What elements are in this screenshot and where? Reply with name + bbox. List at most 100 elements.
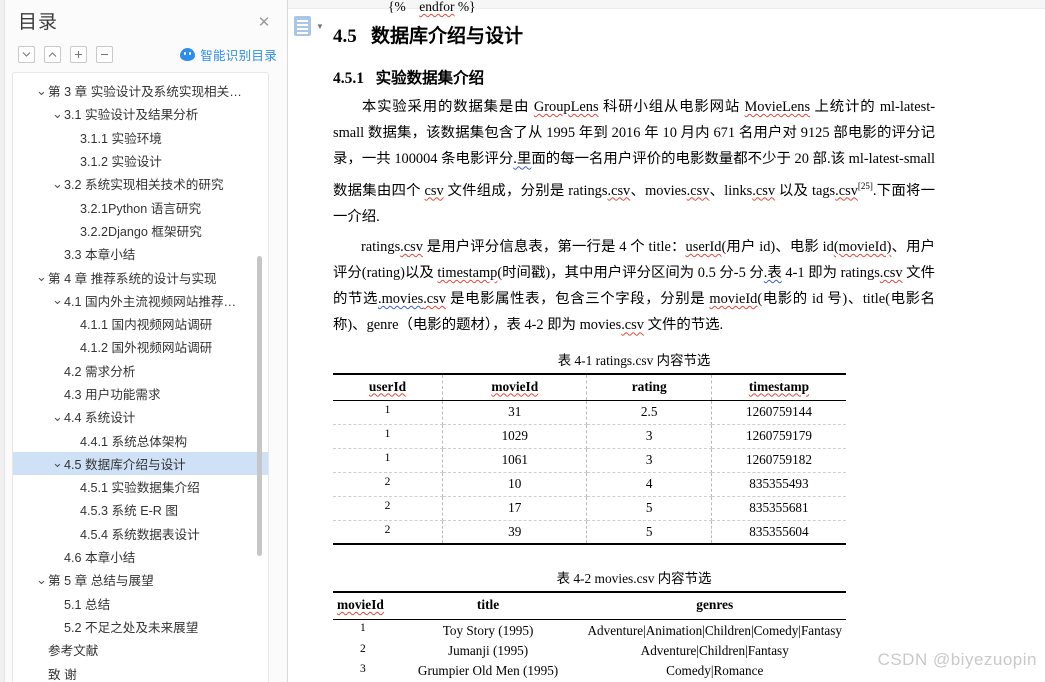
toc-item-label: 3.1 实验设计及结果分析 [64, 108, 199, 123]
column-header: genres [696, 597, 734, 613]
toc-item-label: 致 谢 [48, 667, 77, 682]
table-ratings-body: 1 31 2.5 1260759144 1 1029 3 1260759179 1 1061 3 12… [333, 399, 846, 545]
table-cell: 2 [333, 495, 444, 521]
subsection-number: 4.5.1 [333, 70, 364, 87]
table-cell: 3 [586, 423, 712, 449]
toc-item[interactable]: ⌄4.5.3 系统 E-R 图 [13, 498, 268, 521]
table-cell: 1260759182 [710, 447, 846, 473]
column-header: title [476, 597, 500, 613]
page-title: 目录 [18, 12, 59, 33]
toc-item[interactable]: ⌄ 4.5 数据库介绍与设计 [13, 451, 268, 476]
toc-item-label: 4.5.4 系统数据表设计 [80, 527, 200, 542]
caption-text: 表 4-1 ratings.csv 内容节选 [557, 352, 711, 368]
table-cell: Comedy|Romance [666, 663, 764, 679]
toc-item-label: 4.2 需求分析 [64, 364, 136, 379]
panel-left-rail [0, 0, 5, 682]
toc-scrollbar[interactable] [257, 73, 262, 682]
code-fragment: {% endfor %} [388, 0, 476, 14]
toc-item[interactable]: ⌄4.3 用户功能需求 [13, 382, 268, 405]
toc-item-label: 4.4.1 系统总体架构 [80, 434, 188, 449]
smart-toc-button[interactable]: 智能识别目录 [180, 45, 277, 64]
table-row: 2 Jumanji (1995) Adventure|Children|Fantas… [333, 641, 846, 661]
toc-item-label: 3.2.2Django 框架研究 [80, 224, 202, 239]
toc-scrollbar-thumb[interactable] [257, 256, 262, 556]
toc-item[interactable]: ⌄4.1.1 国内视频网站调研 [13, 312, 268, 335]
toc-item[interactable]: ⌄ 3.1 实验设计及结果分析 [13, 102, 268, 125]
document-page: {% endfor %} 4.5 数据库介绍与设计 4.5.1 实验数据集介绍 … [333, 0, 1045, 682]
chevron-up-box-icon[interactable] [44, 45, 61, 63]
toc-item-label: 3.3 本章小结 [64, 248, 136, 263]
column-header: userId [333, 373, 444, 401]
toc-item[interactable]: ⌄3.1.2 实验设计 [13, 149, 268, 172]
toc-item[interactable]: ⌄ 3.2 系统实现相关技术的研究 [13, 172, 268, 195]
toc-item-label: 3.1.1 实验环境 [80, 131, 162, 146]
table-cell: 31 [442, 399, 588, 425]
table-cell: 1 [333, 447, 444, 473]
toc-item[interactable]: ⌄4.4.1 系统总体架构 [13, 428, 268, 451]
toc-item[interactable]: ⌄4.5.4 系统数据表设计 [13, 522, 268, 545]
chevron-down-icon[interactable]: ⌄ [35, 270, 48, 283]
table-cell: 17 [442, 495, 588, 521]
column-header: timestamp [710, 373, 846, 401]
table-movies: movieId title genres 1 Toy Story (1995) Adve… [333, 591, 846, 682]
table-cell: Grumpier Old Men (1995) [417, 663, 559, 679]
paste-document-icon[interactable] [294, 16, 311, 36]
toc-item-label: 4.5.1 实验数据集介绍 [80, 481, 200, 496]
table-ratings-caption: 表 4-1 ratings.csv 内容节选 [333, 349, 935, 369]
chevron-down-icon[interactable]: ⌄ [51, 410, 64, 423]
toc-item[interactable]: ⌄3.2.2Django 框架研究 [13, 219, 268, 242]
toc-item-label: 4.1.2 国外视频网站调研 [80, 341, 213, 356]
toc-item[interactable]: ⌄3.1.1 实验环境 [13, 126, 268, 149]
table-cell: Adventure|Children|Fantasy [640, 643, 789, 659]
chevron-down-icon[interactable]: ⌄ [51, 177, 64, 190]
toc-item[interactable]: ⌄4.5.1 实验数据集介绍 [13, 475, 268, 498]
toc-item-label: 4.5.3 系统 E-R 图 [80, 504, 178, 519]
toc-listbox: ⌄第 3 章 实验设计及系统实现相关…⌄3.1 实验设计及结果分析⌄3.1.1 … [12, 72, 269, 682]
toc-item[interactable]: ⌄ 4.4 系统设计 [13, 405, 268, 428]
plus-box-icon[interactable] [70, 45, 87, 63]
chevron-down-icon[interactable]: ⌄ [35, 84, 48, 97]
table-row: 2 10 4 835355493 [333, 471, 846, 497]
toc-item[interactable]: ⌄ 第 5 章 总结与展望 [13, 568, 268, 591]
toc-item[interactable]: ⌄参考文献 [13, 638, 268, 661]
toc-item[interactable]: ⌄4.2 需求分析 [13, 359, 268, 382]
toc-item[interactable]: ⌄ 4.1 国内外主流视频网站推荐… [13, 289, 268, 312]
app-root: 目录 ✕ 智能识别目录 ⌄ 第 3 章 实验设计及系统实现相关… ⌄ 3.1 实验设计… [0, 0, 1045, 682]
paste-options-control[interactable]: ▼ [294, 16, 324, 36]
column-header: movieId [442, 373, 588, 401]
table-cell: 3 [359, 663, 366, 676]
table-cell: 1260759179 [710, 423, 846, 449]
paragraph-ratings-desc: ratings.csv 是用户评分信息表，第一行是 4 个 title：user… [333, 238, 935, 334]
table-movies-header-row: movieId title genres [333, 592, 846, 620]
toc-item[interactable]: ⌄致 谢 [13, 661, 268, 682]
chevron-down-icon[interactable]: ⌄ [51, 293, 64, 306]
toc-item-label: 4.5 数据库介绍与设计 [64, 457, 186, 472]
toc-item[interactable]: ⌄3.3 本章小结 [13, 242, 268, 265]
subsection-title: 实验数据集介绍 [375, 70, 485, 87]
toc-item-label: 3.2 系统实现相关技术的研究 [64, 178, 224, 193]
toc-item[interactable]: ⌄4.1.2 国外视频网站调研 [13, 335, 268, 358]
table-cell: 2 [333, 519, 444, 545]
minus-box-icon[interactable] [96, 45, 113, 63]
toc-item[interactable]: ⌄ 第 3 章 实验设计及系统实现相关… [13, 79, 268, 102]
toc-item[interactable]: ⌄5.1 总结 [13, 592, 268, 615]
chevron-down-icon[interactable]: ⌄ [51, 107, 64, 120]
table-cell: Toy Story (1995) [442, 622, 534, 638]
chevron-down-icon[interactable]: ▼ [316, 22, 324, 31]
table-row: 3 Grumpier Old Men (1995) Comedy|Romance [333, 661, 846, 681]
toc-item[interactable]: ⌄3.2.1Python 语言研究 [13, 195, 268, 218]
chevron-down-icon[interactable]: ⌄ [51, 456, 64, 469]
chevron-down-box-icon[interactable] [18, 45, 35, 63]
close-icon[interactable]: ✕ [255, 14, 273, 32]
chevron-down-icon[interactable]: ⌄ [35, 573, 48, 586]
table-cell: 835355493 [710, 471, 846, 497]
toc-list: ⌄第 3 章 实验设计及系统实现相关…⌄3.1 实验设计及结果分析⌄3.1.1 … [13, 73, 268, 682]
column-header: movieId [337, 597, 384, 613]
table-cell: 4 [586, 471, 712, 497]
section-heading: 4.5 数据库介绍与设计 [333, 24, 1045, 50]
toc-item-label: 4.4 系统设计 [64, 411, 136, 426]
toc-item[interactable]: ⌄5.2 不足之处及未来展望 [13, 615, 268, 638]
toc-item[interactable]: ⌄4.6 本章小结 [13, 545, 268, 568]
table-cell: 1260759144 [710, 399, 846, 425]
toc-item[interactable]: ⌄ 第 4 章 推荐系统的设计与实现 [13, 265, 268, 288]
